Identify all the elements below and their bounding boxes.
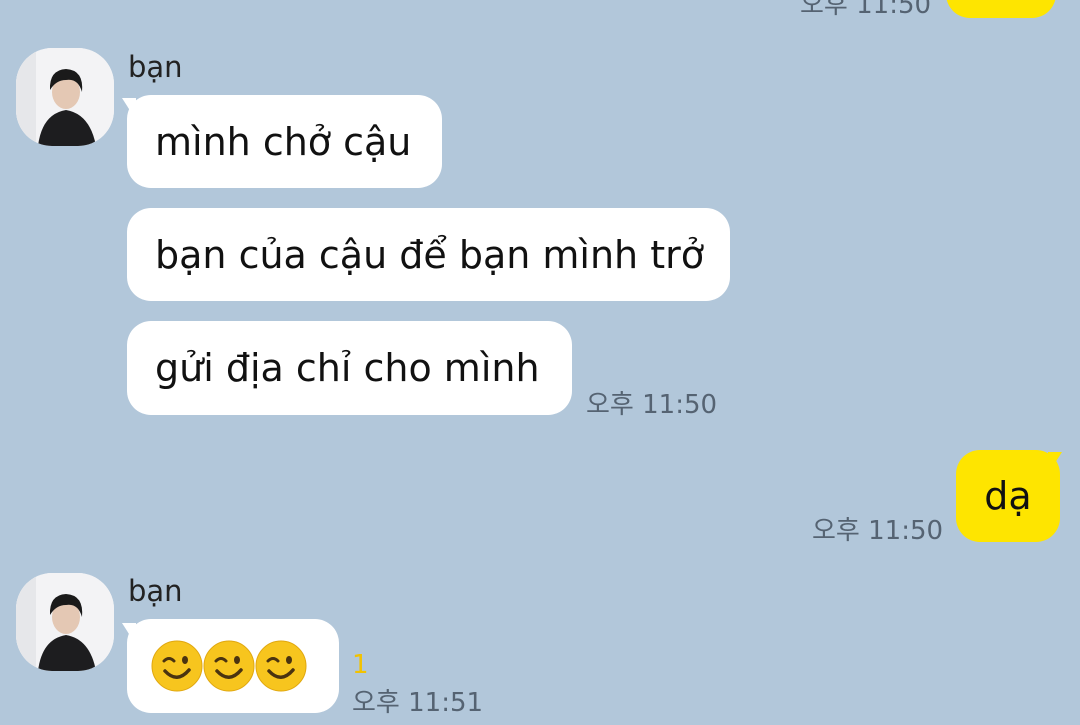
profile-photo-icon (16, 573, 114, 671)
outgoing-message-bubble[interactable]: dạ (956, 450, 1060, 542)
message-timestamp: 오후 11:50 (586, 390, 718, 420)
sender-name: bạn (128, 50, 183, 84)
bubble-tail (1048, 452, 1062, 474)
unread-count: 1 (352, 650, 369, 680)
emoji-message-bubble[interactable] (127, 619, 339, 713)
winking-face-icon (203, 640, 255, 692)
outgoing-message-bubble[interactable] (946, 0, 1056, 18)
sender-name: bạn (128, 574, 183, 608)
message-bubble[interactable]: gửi địa chỉ cho mình (127, 321, 572, 415)
winking-face-icon (151, 640, 203, 692)
profile-photo-icon (16, 48, 114, 146)
message-timestamp: 오후 11:51 (352, 688, 484, 718)
message-timestamp: 오후 11:50 (812, 516, 944, 546)
message-timestamp: 오후 11:50 (800, 0, 932, 20)
message-bubble[interactable]: mình chở cậu (127, 95, 442, 188)
sender-avatar[interactable] (16, 48, 114, 146)
winking-face-icon (255, 640, 307, 692)
sender-avatar[interactable] (16, 573, 114, 671)
message-bubble[interactable]: bạn của cậu để bạn mình trở (127, 208, 730, 301)
